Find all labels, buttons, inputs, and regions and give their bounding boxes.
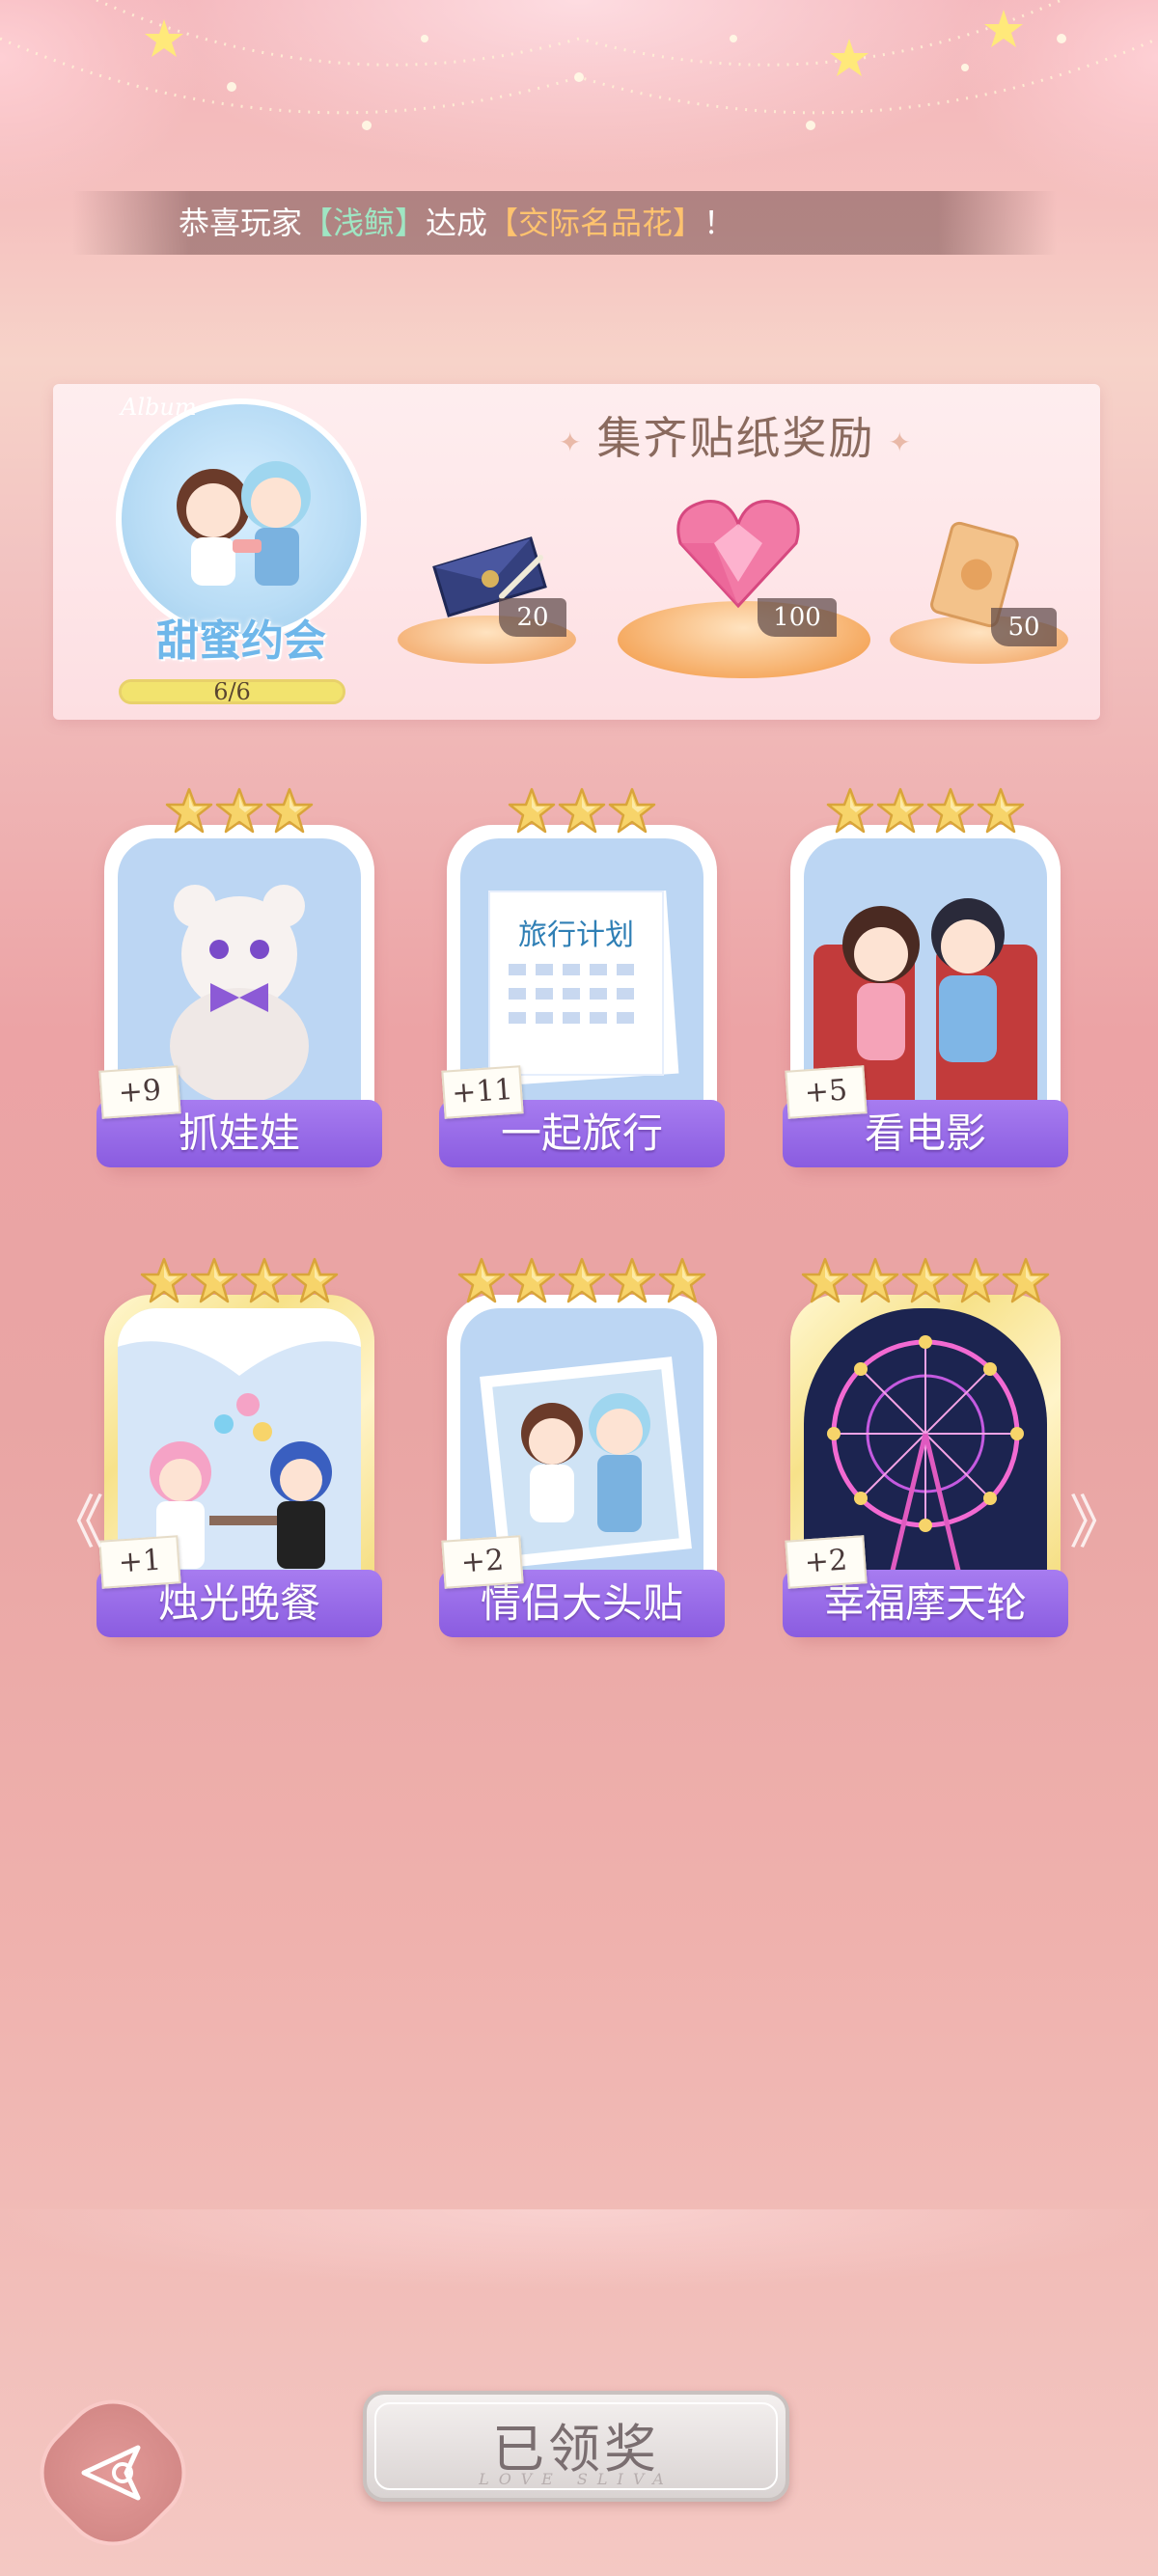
star-icon — [214, 786, 264, 836]
album-label: Album — [121, 394, 197, 421]
album-progress-bar: 6/6 — [119, 679, 345, 704]
star-icon — [239, 1256, 290, 1306]
sticker-card-couple-photo[interactable]: 情侣大头贴 +2 — [439, 1256, 725, 1637]
announce-title-name: 【交际名品花】 — [487, 205, 704, 241]
album-cover-icon — [116, 398, 367, 640]
star-icon — [139, 1256, 189, 1306]
reward-count-card: 50 — [991, 608, 1057, 646]
star-icon — [850, 1256, 900, 1306]
star-icon — [264, 786, 315, 836]
announce-prefix: 恭喜玩家 — [179, 205, 303, 241]
travel-plan-title: 旅行计划 — [518, 918, 634, 952]
sticker-count-badge: +2 — [441, 1535, 524, 1589]
sticker-card-travel[interactable]: 旅行计划 一起旅行 +11 — [439, 786, 725, 1167]
star-icon — [1001, 1256, 1051, 1306]
star-icon — [607, 1256, 657, 1306]
reward-count-envelope: 20 — [499, 598, 566, 637]
sticker-card-movie[interactable]: 看电影 +5 — [783, 786, 1068, 1167]
sticker-count-badge: +1 — [98, 1535, 181, 1589]
star-icon — [825, 786, 875, 836]
announce-player-name: 【浅鲸】 — [302, 205, 427, 241]
sticker-card-ferris-wheel[interactable]: 幸福摩天轮 +2 — [783, 1256, 1068, 1637]
sticker-card-candlelight-dinner[interactable]: 烛光晚餐 +1 — [96, 1256, 382, 1637]
claim-button-subtitle: LOVE SLIVA — [479, 2470, 674, 2488]
star-icon — [507, 1256, 557, 1306]
back-arrow-icon — [81, 2445, 141, 2501]
star-rating — [447, 786, 717, 854]
star-icon — [189, 1256, 239, 1306]
star-icon — [900, 1256, 951, 1306]
star-icon — [925, 786, 976, 836]
diamond-right-icon: ✦ — [888, 425, 913, 458]
star-icon — [456, 1256, 507, 1306]
star-icon — [875, 786, 925, 836]
star-rating — [790, 1256, 1061, 1324]
star-icon — [800, 1256, 850, 1306]
announce-middle: 达成 — [426, 205, 488, 241]
star-icon — [951, 1256, 1001, 1306]
reward-count-heart: 100 — [758, 598, 837, 637]
claimed-button[interactable]: 已领奖 LOVE SLIVA — [363, 2391, 789, 2502]
album-name: 甜蜜约会 — [156, 617, 326, 666]
star-icon — [164, 786, 214, 836]
star-icon — [290, 1256, 340, 1306]
star-rating — [790, 786, 1061, 854]
star-icon — [557, 786, 607, 836]
album-badge: Album 甜蜜约会 — [101, 394, 372, 673]
star-rating — [447, 1256, 717, 1324]
diamond-left-icon: ✦ — [559, 425, 584, 458]
star-rating — [104, 786, 374, 854]
album-progress-text: 6/6 — [213, 679, 251, 704]
star-icon — [557, 1256, 607, 1306]
star-icon — [976, 786, 1026, 836]
sticker-count-badge: +5 — [785, 1065, 868, 1119]
next-page-arrow[interactable]: 》 — [1069, 1476, 1127, 1560]
star-icon — [507, 786, 557, 836]
reward-title: ✦ 集齐贴纸奖励 ✦ — [545, 403, 926, 467]
pink-heart-gem-icon — [676, 499, 800, 609]
announce-suffix: ！ — [703, 205, 735, 241]
star-icon — [607, 786, 657, 836]
sticker-count-badge: +9 — [98, 1065, 181, 1119]
star-rating — [104, 1256, 374, 1324]
star-icon — [657, 1256, 707, 1306]
achievement-announcement-bar: 恭喜玩家【浅鲸】达成【交际名品花】！ — [72, 191, 1057, 255]
prev-page-arrow[interactable]: 《 — [46, 1476, 104, 1560]
collection-reward-panel: Album 甜蜜约会 6/6 ✦ 集齐贴纸奖励 ✦ 20 100 50 — [53, 384, 1100, 720]
sticker-count-badge: +11 — [441, 1065, 524, 1119]
reward-title-text: 集齐贴纸奖励 — [596, 412, 875, 464]
sticker-count-badge: +2 — [785, 1535, 868, 1589]
light-garland-decoration — [0, 0, 1158, 130]
sticker-card-claw-machine[interactable]: 抓娃娃 +9 — [96, 786, 382, 1167]
